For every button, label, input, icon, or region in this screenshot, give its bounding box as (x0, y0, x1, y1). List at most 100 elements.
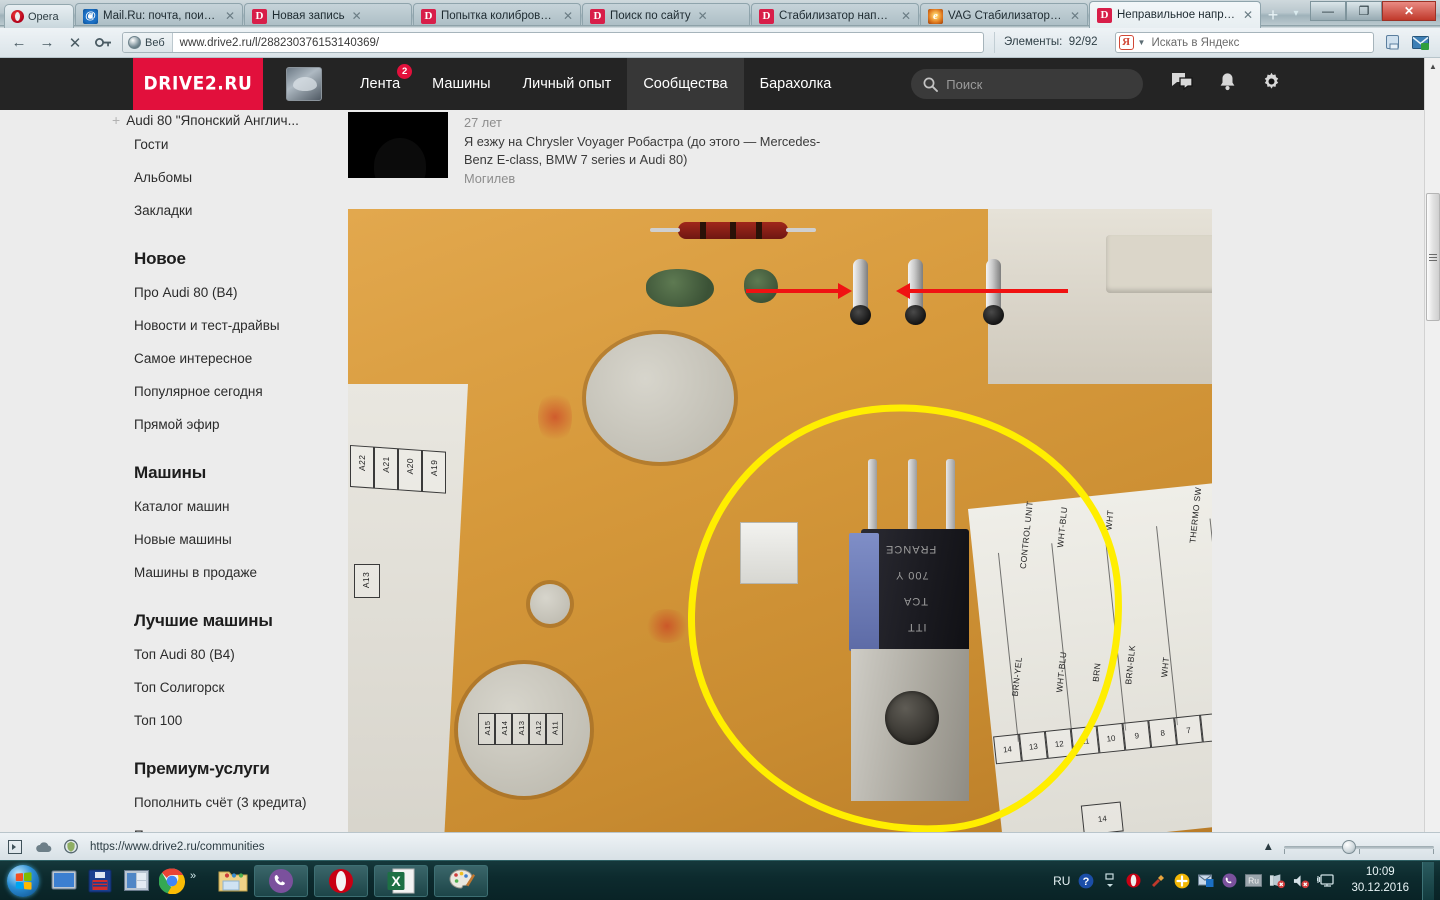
url-bar[interactable]: Веб www.drive2.ru/l/288230376153140369/ (122, 32, 984, 53)
sidebar-item-popular[interactable]: Популярное сегодня (112, 375, 334, 408)
sidebar-item-topup[interactable]: Пополнить счёт (3 кредита) (112, 786, 334, 819)
tab-close-icon[interactable]: ✕ (696, 10, 710, 22)
password-key-icon[interactable] (90, 31, 116, 55)
chrome-icon[interactable] (157, 866, 187, 896)
browser-tab-5[interactable]: e VAG Стабилизатор на... ✕ (920, 3, 1088, 28)
explorer-icon[interactable] (218, 866, 248, 896)
sidebar-item-top-audi[interactable]: Топ Audi 80 (B4) (112, 638, 334, 671)
stop-button[interactable]: ✕ (62, 31, 88, 55)
sidebar-item-cars-for-sale[interactable]: Машины в продаже (112, 556, 334, 589)
taskbar-button-opera[interactable] (314, 864, 369, 897)
opera-tray-icon[interactable] (1125, 872, 1142, 889)
plus-icon[interactable]: + (112, 113, 120, 127)
search-input[interactable]: Искать в Яндекс (1151, 37, 1239, 49)
tab-close-icon[interactable]: ✕ (899, 10, 913, 22)
scrollbar-thumb[interactable] (1426, 193, 1440, 321)
yandex-icon[interactable]: Я (1118, 35, 1134, 50)
gear-icon[interactable] (1262, 72, 1281, 96)
tray-language[interactable]: RU (1053, 874, 1070, 888)
post-photo[interactable]: A22 A21 A20 A19 A13 A15 A14 A13 A12 A11 … (348, 209, 1212, 832)
sidebar-item-guests[interactable]: Гости (112, 128, 334, 161)
tab-close-icon[interactable]: ✕ (223, 10, 237, 22)
viber-tray-icon[interactable] (1221, 872, 1238, 889)
switch-windows-icon[interactable] (121, 866, 151, 896)
opera-menu-button[interactable]: Opera (4, 4, 74, 28)
panel-toggle-icon[interactable] (6, 838, 24, 856)
minimize-button[interactable]: — (1310, 1, 1346, 21)
sidebar-item-interesting[interactable]: Самое интересное (112, 342, 334, 375)
new-tab-button[interactable]: + (1261, 2, 1285, 28)
shield-icon[interactable] (62, 838, 80, 856)
tab-close-icon[interactable]: ✕ (350, 10, 364, 22)
url-input[interactable]: www.drive2.ru/l/288230376153140369/ (173, 33, 983, 52)
sidebar-item-albums[interactable]: Альбомы (112, 161, 334, 194)
show-desktop-button[interactable] (1422, 861, 1434, 900)
sidebar-item-promote[interactable]: Продвижение машин (112, 819, 334, 832)
nav-item-lenta[interactable]: Лента 2 (344, 58, 416, 110)
volume-muted-icon[interactable] (1293, 872, 1310, 889)
help-icon[interactable]: ? (1077, 872, 1094, 889)
page-scrollbar[interactable]: ▲ (1424, 58, 1440, 832)
sidebar-item-about-audi[interactable]: Про Audi 80 (B4) (112, 276, 334, 309)
tray-overflow-icon[interactable] (1101, 872, 1118, 889)
browser-tab-0[interactable]: @ Mail.Ru: почта, поиск ... ✕ (75, 3, 243, 28)
taskbar-button-excel[interactable]: X (374, 864, 429, 897)
start-button[interactable] (0, 862, 46, 900)
sidebar-item-bookmarks[interactable]: Закладки (112, 194, 334, 227)
search-bar[interactable]: Я ▼ Искать в Яндекс (1114, 32, 1374, 53)
nav-item-mashiny[interactable]: Машины (416, 58, 506, 110)
sidebar-item-top-soligorsk[interactable]: Топ Солигорск (112, 671, 334, 704)
site-search-input[interactable]: Поиск (946, 77, 982, 92)
nav-item-lichnyy-opyt[interactable]: Личный опыт (507, 58, 628, 110)
clock-time: 10:09 (1365, 865, 1395, 878)
ru-layout-icon[interactable]: Ru (1245, 872, 1263, 889)
browser-tab-4[interactable]: D Стабилизатор напря... ✕ (751, 3, 919, 28)
save-icon[interactable] (85, 866, 115, 896)
tab-list-menu-icon[interactable]: ▾ (1285, 0, 1307, 28)
taskbar-button-viber[interactable] (254, 864, 309, 897)
mail-tray-icon[interactable] (1197, 872, 1214, 889)
sidebar-item-my-car[interactable]: + Audi 80 "Японский Англич... (112, 110, 334, 128)
cloud-icon[interactable] (34, 838, 52, 856)
close-button[interactable]: ✕ (1382, 1, 1436, 21)
browser-tab-2[interactable]: D Попытка колибровки... ✕ (413, 3, 581, 28)
browser-tab-1[interactable]: D Новая запись ✕ (244, 3, 412, 28)
taskbar-button-paint[interactable] (434, 864, 489, 897)
overflow-icon[interactable]: » (190, 870, 196, 882)
tab-close-icon[interactable]: ✕ (561, 10, 575, 22)
sidebar-item-live[interactable]: Прямой эфир (112, 408, 334, 441)
url-scope-badge[interactable]: Веб (123, 33, 173, 52)
avatar[interactable] (348, 112, 448, 178)
messages-icon[interactable] (1171, 72, 1193, 96)
zoom-slider[interactable] (1284, 839, 1434, 854)
zoom-knob[interactable] (1342, 839, 1356, 854)
show-desktop-icon[interactable] (49, 866, 79, 896)
network-error-icon[interactable] (1269, 872, 1286, 889)
monitor-icon[interactable] (1317, 872, 1335, 889)
sidebar-item-top-100[interactable]: Топ 100 (112, 704, 334, 737)
scroll-up-arrow-icon[interactable]: ▲ (1425, 58, 1440, 75)
ccleaner-icon[interactable] (1149, 872, 1166, 889)
sidebar-item-catalog[interactable]: Каталог машин (112, 490, 334, 523)
chevron-down-icon[interactable]: ▼ (1138, 38, 1146, 47)
tab-close-icon[interactable]: ✕ (1241, 9, 1255, 21)
maximize-button[interactable]: ❐ (1346, 1, 1382, 21)
bell-icon[interactable] (1219, 72, 1236, 96)
tab-close-icon[interactable]: ✕ (1068, 10, 1082, 22)
nav-item-baraholka[interactable]: Барахолка (744, 58, 848, 110)
user-avatar[interactable] (286, 67, 322, 101)
browser-tab-3[interactable]: D Поиск по сайту ✕ (582, 3, 750, 28)
nav-item-soobshchestva[interactable]: Сообщества (627, 58, 744, 110)
sidebar-item-new-cars[interactable]: Новые машины (112, 523, 334, 556)
back-button[interactable]: ← (6, 31, 32, 55)
mail-icon[interactable] (1408, 31, 1434, 55)
site-logo[interactable]: DRIVE2.RU (133, 58, 263, 110)
update-icon[interactable] (1173, 872, 1190, 889)
sidebar-item-news[interactable]: Новости и тест-драйвы (112, 309, 334, 342)
zoom-collapse-icon[interactable]: ▲ (1263, 841, 1274, 853)
save-page-icon[interactable] (1380, 31, 1406, 55)
forward-button[interactable]: → (34, 31, 60, 55)
taskbar-clock[interactable]: 10:09 30.12.2016 (1341, 865, 1415, 896)
site-search-box[interactable]: Поиск (911, 69, 1144, 99)
browser-tab-6-active[interactable]: D Неправильное напря... ✕ (1089, 1, 1261, 28)
